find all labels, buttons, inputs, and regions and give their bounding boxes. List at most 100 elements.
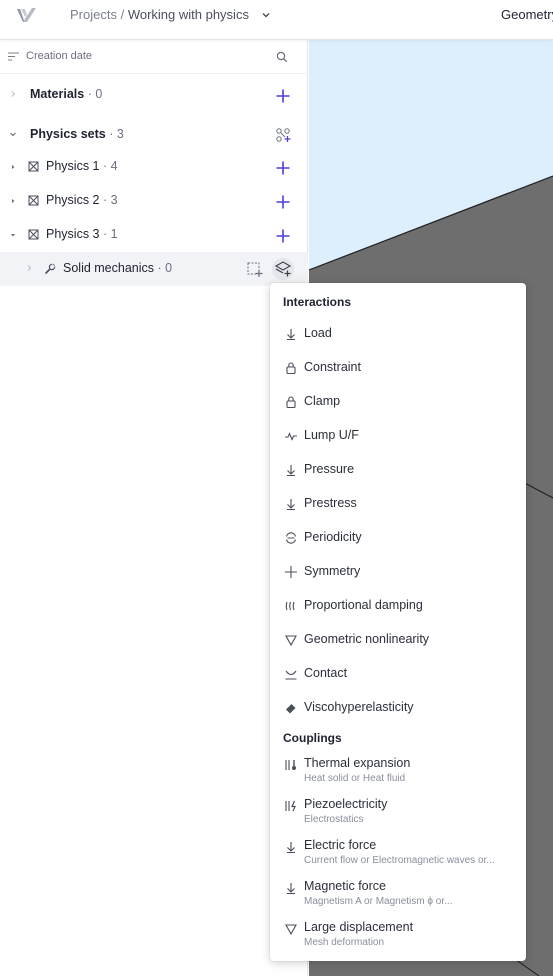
physics-set-item[interactable]: Physics 3 · 1 xyxy=(0,218,308,252)
interactions-heading: Interactions xyxy=(283,295,352,309)
menu-item-magnetic-force[interactable]: Magnetic force Magnetism A or Magnetism … xyxy=(270,876,526,916)
physics-set-label: Physics 3 · 1 xyxy=(46,227,118,241)
menu-item-label: Symmetry xyxy=(304,564,361,578)
arrow-down-icon xyxy=(284,881,298,895)
select-region-button[interactable] xyxy=(244,258,266,280)
menu-item-label: Pressure xyxy=(304,462,355,476)
caret-down-icon[interactable] xyxy=(8,230,18,240)
contact-icon xyxy=(284,667,298,681)
cycle-icon xyxy=(284,531,298,545)
physics-set-count: · 4 xyxy=(102,159,118,173)
menu-item-pressure[interactable]: Pressure xyxy=(270,452,526,486)
menu-item-subtitle: Heat solid or Heat fluid xyxy=(304,773,406,784)
sort-icon[interactable] xyxy=(8,52,19,61)
menu-item-label: Periodicity xyxy=(304,530,362,544)
lock-icon xyxy=(284,395,298,409)
damping-icon xyxy=(284,599,298,613)
top-bar: Projects / Working with physics Geometry xyxy=(0,0,553,40)
add-button[interactable] xyxy=(274,227,292,245)
menu-item-prestress[interactable]: Prestress xyxy=(270,486,526,520)
menu-item-viscohyperelasticity[interactable]: Viscohyperelasticity xyxy=(270,690,526,724)
solid-mechanics-count: · 0 xyxy=(157,261,173,275)
add-button[interactable] xyxy=(274,193,292,211)
menu-item-label: Clamp xyxy=(304,394,341,408)
physics-set-title: Physics 1 xyxy=(46,159,100,173)
menu-item-subtitle: Current flow or Electromagnetic waves or… xyxy=(304,855,495,866)
breadcrumb-project-name[interactable]: Working with physics xyxy=(128,7,249,22)
menu-item-large-displacement[interactable]: Large displacement Mesh deformation xyxy=(270,917,526,957)
physics-sets-title: Physics sets xyxy=(30,127,106,141)
add-material-button[interactable] xyxy=(274,87,292,105)
search-icon[interactable] xyxy=(276,51,288,63)
materials-count: · 0 xyxy=(87,87,103,101)
menu-item-thermal-expansion[interactable]: Thermal expansion Heat solid or Heat flu… xyxy=(270,753,526,793)
menu-item-contact[interactable]: Contact xyxy=(270,656,526,690)
menu-item-subtitle: Magnetism A or Magnetism ϕ or... xyxy=(304,896,453,907)
materials-label: Materials · 0 xyxy=(30,87,102,101)
physics-sets-label: Physics sets · 3 xyxy=(30,127,124,141)
physics-sets-count: · 3 xyxy=(109,127,124,141)
menu-item-piezoelectricity[interactable]: Piezoelectricity Electrostatics xyxy=(270,794,526,834)
menu-item-label: Geometric nonlinearity xyxy=(304,632,430,646)
arrow-down-icon xyxy=(284,463,298,477)
wrench-icon xyxy=(44,263,56,275)
menu-item-geometric-nonlinearity[interactable]: Geometric nonlinearity xyxy=(270,622,526,656)
materials-title: Materials xyxy=(30,87,85,101)
solid-mechanics-title: Solid mechanics xyxy=(63,261,155,275)
physics-icon xyxy=(28,161,39,172)
menu-item-lump[interactable]: Lump U/F xyxy=(270,418,526,452)
chevron-down-icon[interactable] xyxy=(261,10,271,20)
menu-item-label: Load xyxy=(304,326,332,340)
menu-item-clamp[interactable]: Clamp xyxy=(270,384,526,418)
tab-geometry[interactable]: Geometry xyxy=(501,8,553,22)
eraser-icon xyxy=(284,701,298,715)
menu-item-load[interactable]: Load xyxy=(270,316,526,350)
sort-label[interactable]: Creation date xyxy=(26,50,92,62)
caret-right-icon[interactable] xyxy=(8,162,18,172)
cross-icon xyxy=(284,565,298,579)
physics-set-count: · 3 xyxy=(102,193,118,207)
add-physics-set-button[interactable] xyxy=(274,126,292,144)
menu-item-constraint[interactable]: Constraint xyxy=(270,350,526,384)
sort-bar: Creation date xyxy=(0,40,308,74)
caret-right-icon[interactable] xyxy=(8,196,18,206)
add-button[interactable] xyxy=(274,159,292,177)
menu-item-periodicity[interactable]: Periodicity xyxy=(270,520,526,554)
menu-item-label: Large displacement xyxy=(304,920,414,934)
menu-item-subtitle: Electrostatics xyxy=(304,814,364,825)
physics-set-item[interactable]: Physics 2 · 3 xyxy=(0,184,308,218)
triangle-down-icon xyxy=(284,633,298,647)
solid-mechanics-label: Solid mechanics · 0 xyxy=(63,261,172,275)
couplings-heading: Couplings xyxy=(283,731,342,745)
sidebar: Creation date Materials · 0 Physics sets… xyxy=(0,40,308,976)
app-logo[interactable] xyxy=(14,5,40,27)
menu-item-subtitle: Mesh deformation xyxy=(304,937,385,948)
wave-icon xyxy=(284,429,298,443)
menu-item-label: Electric force xyxy=(304,838,377,852)
menu-item-label: Constraint xyxy=(304,360,361,374)
menu-item-symmetry[interactable]: Symmetry xyxy=(270,554,526,588)
physics-sets-row[interactable]: Physics sets · 3 xyxy=(0,118,308,152)
triangle-down-icon xyxy=(284,922,298,936)
menu-item-label: Prestress xyxy=(304,496,357,510)
piezo-icon xyxy=(284,799,298,813)
add-interaction-button[interactable] xyxy=(272,258,294,280)
menu-item-label: Proportional damping xyxy=(304,598,423,612)
lock-icon xyxy=(284,361,298,375)
breadcrumb-projects[interactable]: Projects / xyxy=(70,7,124,22)
solid-mechanics-row[interactable]: Solid mechanics · 0 xyxy=(0,252,308,286)
breadcrumb: Projects / Working with physics xyxy=(70,8,271,22)
physics-set-item[interactable]: Physics 1 · 4 xyxy=(0,150,308,184)
chevron-right-icon[interactable] xyxy=(24,263,34,273)
physics-icon xyxy=(28,195,39,206)
physics-set-label: Physics 2 · 3 xyxy=(46,193,118,207)
chevron-down-icon[interactable] xyxy=(8,129,18,139)
chevron-right-icon[interactable] xyxy=(8,89,18,99)
physics-set-count: · 1 xyxy=(102,227,118,241)
menu-item-proportional-damping[interactable]: Proportional damping xyxy=(270,588,526,622)
menu-item-electric-force[interactable]: Electric force Current flow or Electroma… xyxy=(270,835,526,875)
arrow-down-icon xyxy=(284,327,298,341)
menu-item-label: Lump U/F xyxy=(304,428,359,442)
arrow-down-icon xyxy=(284,840,298,854)
materials-row[interactable]: Materials · 0 xyxy=(0,78,308,112)
